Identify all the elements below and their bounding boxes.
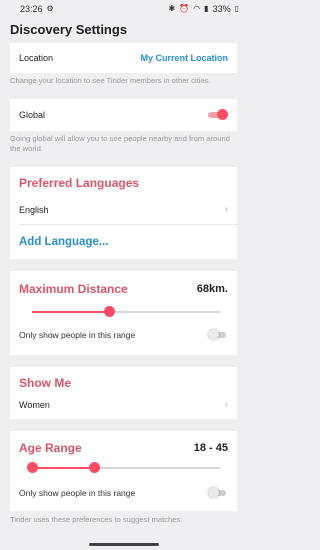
signal-icon: ▮	[204, 4, 209, 13]
page-title: Discovery Settings	[10, 22, 128, 37]
wifi-icon: ◠	[193, 4, 201, 13]
show-me-heading: Show Me	[19, 375, 72, 390]
gear-icon: ⚙	[46, 4, 54, 13]
status-bar: 23:26 ⚙ ✱ ⏰ ◠ ▮ 33% ▯	[0, 0, 247, 18]
discovery-settings-screen: 23:26 ⚙ ✱ ⏰ ◠ ▮ 33% ▯ Discovery Settings…	[0, 0, 247, 550]
distance-slider-fill	[32, 310, 110, 313]
age-range-card: Age Range 18 - 45 Only show people in th…	[10, 430, 237, 511]
bluetooth-icon: ✱	[168, 4, 176, 13]
distance-only-toggle[interactable]	[208, 329, 228, 341]
location-value[interactable]: My Current Location	[140, 53, 228, 63]
footer-note: Tinder uses these preferences to suggest…	[10, 514, 183, 524]
max-distance-heading: Maximum Distance	[19, 281, 128, 296]
chevron-right-icon: ›	[224, 399, 228, 411]
chevron-right-icon: ›	[224, 204, 228, 216]
age-only-label: Only show people in this range	[19, 487, 136, 498]
age-only-toggle[interactable]	[208, 487, 228, 499]
global-caption: Going global will allow you to see peopl…	[10, 133, 230, 154]
max-distance-value: 68km.	[196, 282, 228, 295]
location-label: Location	[19, 53, 54, 63]
global-toggle[interactable]	[208, 109, 228, 121]
age-range-heading: Age Range	[19, 440, 82, 455]
battery-icon: ▯	[234, 4, 239, 13]
add-language-button[interactable]: Add Language...	[10, 225, 237, 259]
battery-percent: 33%	[212, 4, 231, 14]
age-slider-fill	[32, 466, 95, 469]
location-card[interactable]: Location My Current Location	[10, 43, 237, 73]
distance-slider-thumb[interactable]	[103, 306, 115, 318]
status-time: 23:26	[20, 4, 43, 14]
age-slider-min-thumb[interactable]	[26, 462, 38, 474]
location-caption: Change your location to see Tinder membe…	[10, 76, 211, 85]
distance-slider[interactable]	[32, 305, 220, 319]
age-range-value: 18 - 45	[193, 441, 228, 454]
distance-only-label: Only show people in this range	[19, 329, 136, 340]
navigation-handle[interactable]	[89, 543, 159, 546]
show-me-value: Women	[19, 399, 50, 410]
language-item-label: English	[19, 204, 49, 215]
language-item[interactable]: English ›	[10, 199, 237, 221]
age-slider-max-thumb[interactable]	[88, 462, 100, 474]
languages-card: Preferred Languages English › Add Langua…	[10, 166, 237, 259]
languages-heading: Preferred Languages	[19, 175, 140, 190]
age-slider[interactable]	[26, 461, 220, 475]
global-card: Global	[10, 98, 237, 131]
max-distance-card: Maximum Distance 68km. Only show people …	[10, 270, 237, 355]
add-language-label: Add Language...	[19, 235, 109, 248]
show-me-card[interactable]: Show Me Women ›	[10, 366, 237, 419]
alarm-icon: ⏰	[179, 4, 190, 13]
global-label: Global	[19, 109, 46, 120]
